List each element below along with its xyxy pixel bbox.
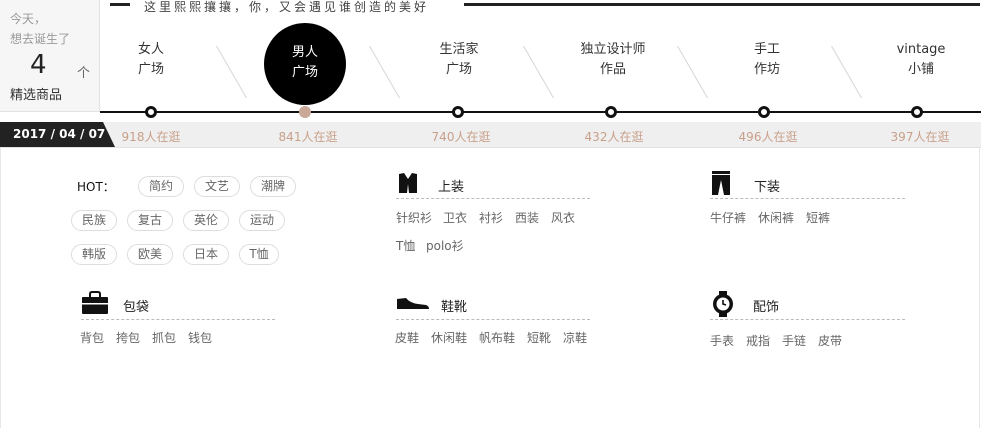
divider bbox=[216, 45, 247, 99]
link-item[interactable]: 背包 bbox=[80, 329, 104, 346]
section-rule bbox=[396, 198, 590, 199]
link-item[interactable]: T恤 bbox=[396, 237, 415, 254]
link-item[interactable]: 帆布鞋 bbox=[479, 329, 515, 346]
visitor-count: 841人在逛 bbox=[278, 130, 338, 144]
category-label: 独立设计师 bbox=[580, 42, 646, 57]
category-label: 手工 bbox=[753, 42, 780, 57]
category-label: 广场 bbox=[137, 62, 164, 77]
hot-tag[interactable]: 文艺 bbox=[194, 176, 240, 197]
counter-label: 精选商品 bbox=[10, 88, 63, 103]
hot-tag[interactable]: 英伦 bbox=[183, 210, 229, 231]
category-women-square[interactable]: 女人 广场 bbox=[86, 40, 216, 80]
hot-tag[interactable]: 简约 bbox=[138, 176, 184, 197]
section-rule bbox=[396, 319, 590, 320]
section-title-bags[interactable]: 包袋 bbox=[123, 296, 149, 315]
counter-line2: 想去诞生了 bbox=[10, 32, 71, 46]
link-item[interactable]: 凉鞋 bbox=[563, 329, 587, 346]
link-item[interactable]: 风衣 bbox=[551, 209, 575, 226]
category-label: 男人 bbox=[291, 45, 318, 60]
today-counter: 今天， 想去诞生了 4 个 精选商品 bbox=[0, 0, 100, 112]
section-rule bbox=[81, 319, 275, 320]
link-item[interactable]: 针织衫 bbox=[396, 209, 432, 226]
category-label: 广场 bbox=[445, 62, 472, 77]
link-item[interactable]: 皮鞋 bbox=[395, 329, 419, 346]
category-label: 女人 bbox=[137, 42, 164, 57]
category-men-square[interactable]: 男人 广场 bbox=[264, 23, 346, 105]
timeline-node[interactable] bbox=[452, 106, 464, 118]
link-item[interactable]: 卫衣 bbox=[443, 209, 467, 226]
category-label: 广场 bbox=[291, 65, 318, 80]
category-label: 小铺 bbox=[907, 62, 934, 77]
category-handmade-workshop[interactable]: 手工 作坊 bbox=[702, 40, 832, 80]
link-item[interactable]: 衬衫 bbox=[479, 209, 503, 226]
visitor-count: 397人在逛 bbox=[890, 130, 950, 144]
timeline-node[interactable] bbox=[911, 106, 923, 118]
link-item[interactable]: 休闲裤 bbox=[758, 209, 794, 226]
slogan: 这里熙熙攘攘，你，又会遇见谁创造的美好 bbox=[144, 0, 430, 14]
link-item[interactable]: 钱包 bbox=[188, 329, 212, 346]
hot-tag[interactable]: 欧美 bbox=[127, 244, 173, 265]
link-item[interactable]: 牛仔裤 bbox=[710, 209, 746, 226]
visitor-count: 496人在逛 bbox=[738, 130, 798, 144]
section-title-bottoms[interactable]: 下装 bbox=[754, 176, 780, 195]
link-item[interactable]: polo衫 bbox=[426, 237, 464, 254]
link-item[interactable]: 手链 bbox=[782, 332, 806, 349]
link-item[interactable]: 手表 bbox=[710, 332, 734, 349]
vest-icon bbox=[399, 173, 417, 193]
timeline-node-active[interactable] bbox=[299, 106, 311, 118]
category-label: 生活家 bbox=[439, 42, 479, 57]
date-badge: 2017 / 04 / 07 bbox=[0, 122, 115, 147]
link-item[interactable]: 休闲鞋 bbox=[431, 329, 467, 346]
category-vintage-shop[interactable]: vintage 小铺 bbox=[856, 40, 981, 80]
watch-icon bbox=[713, 291, 733, 317]
category-label: vintage bbox=[896, 42, 946, 57]
hot-tag[interactable]: 复古 bbox=[127, 210, 173, 231]
section-rule bbox=[710, 198, 905, 199]
hot-tag[interactable]: 潮牌 bbox=[250, 176, 296, 197]
link-item[interactable]: 戒指 bbox=[746, 332, 770, 349]
visitor-count: 740人在逛 bbox=[431, 130, 491, 144]
category-label: 作坊 bbox=[753, 62, 780, 77]
link-item[interactable]: 抓包 bbox=[152, 329, 176, 346]
section-rule bbox=[710, 319, 905, 320]
link-item[interactable]: 西装 bbox=[515, 209, 539, 226]
slogan-bar-right bbox=[464, 3, 980, 6]
hot-tag[interactable]: 韩版 bbox=[71, 244, 117, 265]
slogan-bar-left bbox=[110, 3, 130, 6]
hot-tag[interactable]: 日本 bbox=[183, 244, 229, 265]
bag-icon bbox=[82, 291, 108, 314]
hot-tag[interactable]: 运动 bbox=[239, 210, 285, 231]
link-item[interactable]: 短靴 bbox=[527, 329, 551, 346]
visitor-count: 918人在逛 bbox=[121, 130, 181, 144]
link-item[interactable]: 皮带 bbox=[818, 332, 842, 349]
counter-number: 4 bbox=[30, 50, 47, 80]
counter-line1: 今天， bbox=[10, 12, 47, 26]
timeline-line bbox=[100, 111, 981, 113]
shoe-icon bbox=[397, 298, 429, 309]
section-title-shoes[interactable]: 鞋靴 bbox=[441, 296, 467, 315]
section-title-tops[interactable]: 上装 bbox=[438, 176, 464, 195]
category-label: 作品 bbox=[599, 62, 626, 77]
section-title-accessories[interactable]: 配饰 bbox=[753, 296, 779, 315]
timeline-node[interactable] bbox=[758, 106, 770, 118]
link-item[interactable]: 挎包 bbox=[116, 329, 140, 346]
hot-tag[interactable]: T恤 bbox=[239, 244, 279, 265]
link-item[interactable]: 短裤 bbox=[806, 209, 830, 226]
timeline-node[interactable] bbox=[145, 106, 157, 118]
hot-label: HOT： bbox=[77, 180, 115, 194]
hot-tag[interactable]: 民族 bbox=[71, 210, 117, 231]
visitor-count: 432人在逛 bbox=[584, 130, 644, 144]
trousers-icon bbox=[712, 171, 730, 195]
category-designer-works[interactable]: 独立设计师 作品 bbox=[548, 40, 678, 80]
timeline-node[interactable] bbox=[605, 106, 617, 118]
category-lifestyle-square[interactable]: 生活家 广场 bbox=[394, 40, 524, 80]
